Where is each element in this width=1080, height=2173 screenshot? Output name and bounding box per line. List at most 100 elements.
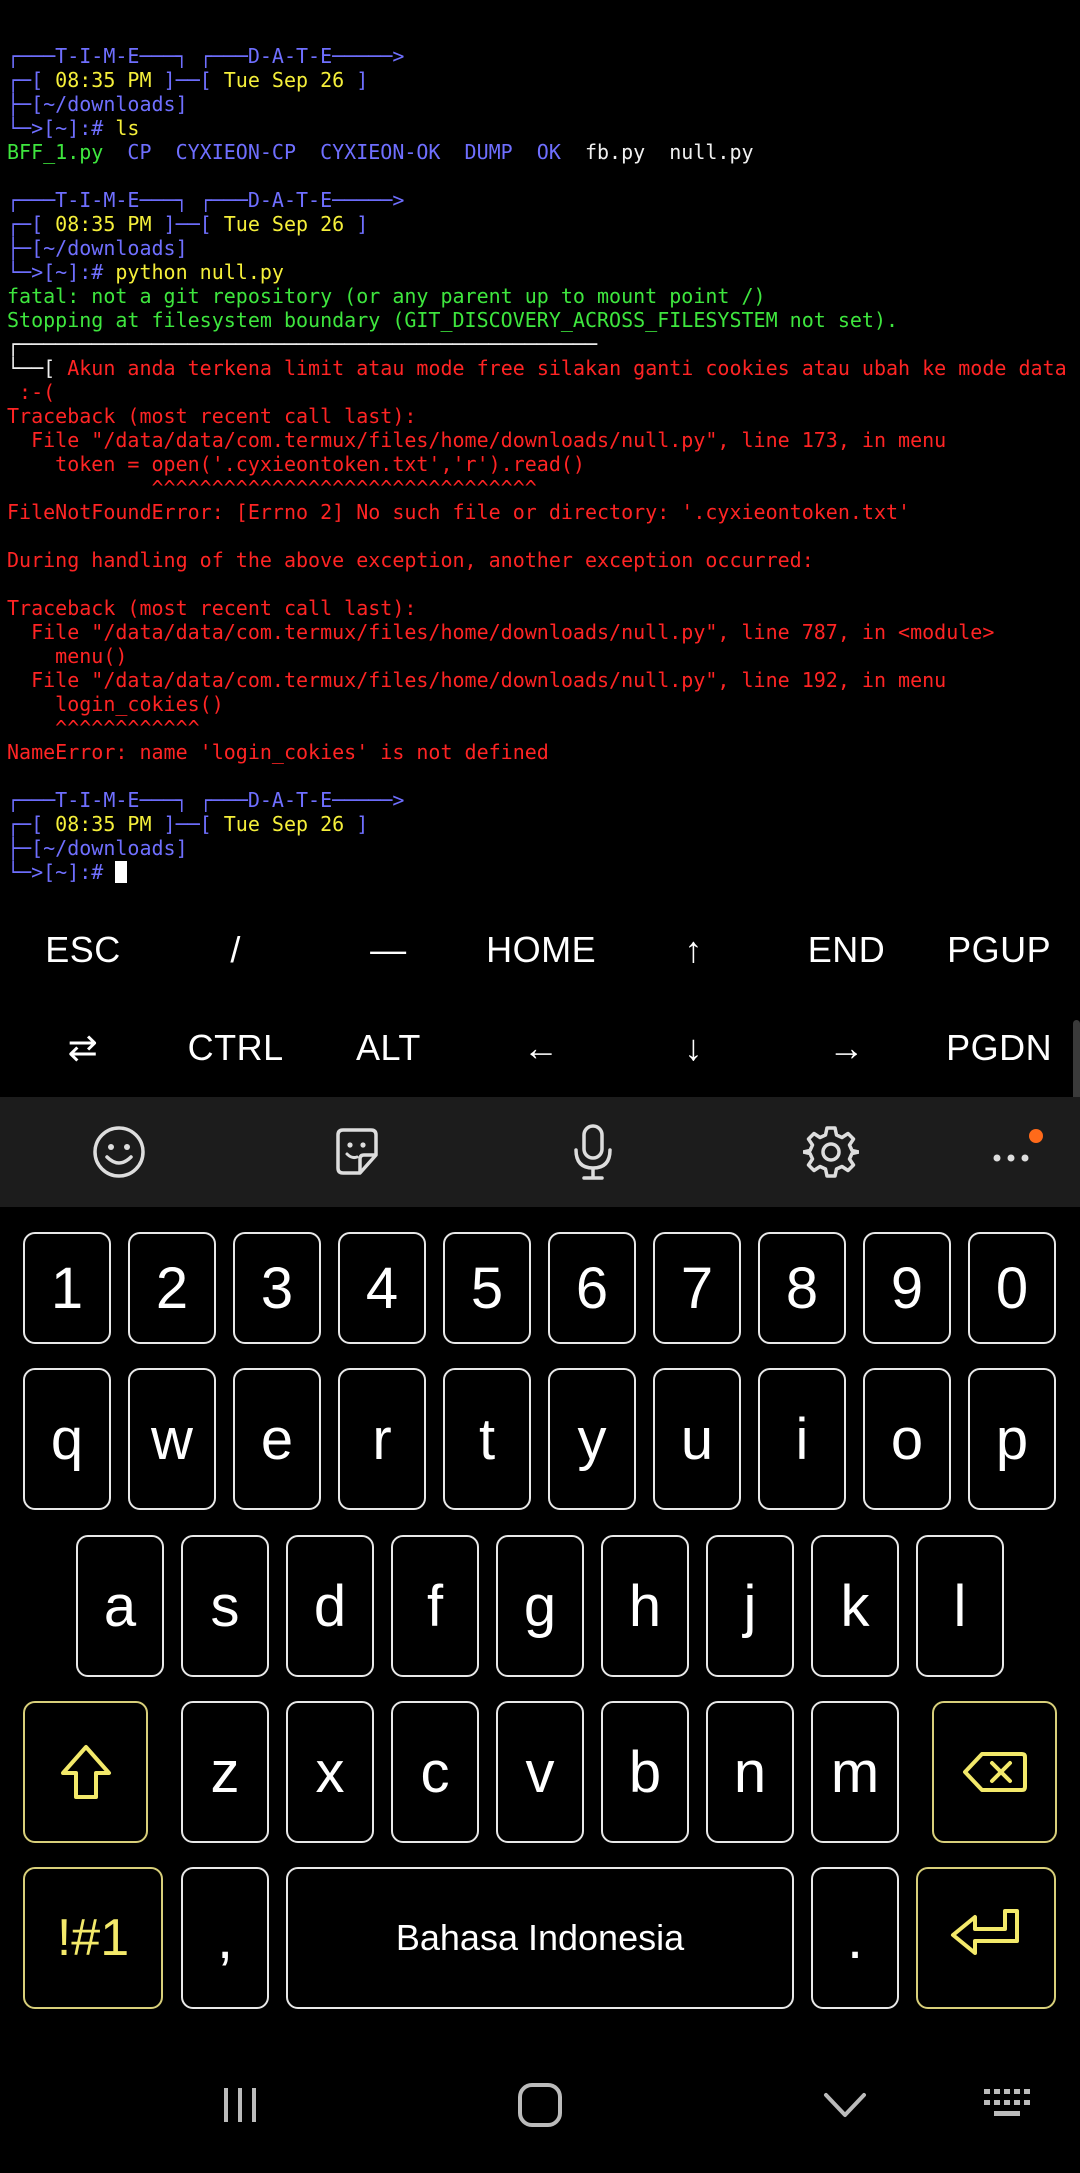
terminal-text: FileNotFoundError: [Errno 2] No such fil… [7, 500, 911, 524]
terminal-output[interactable]: ┌───T-I-M-E───┐ ┌───D-A-T-E─────> ┌─[ 08:… [0, 0, 1080, 890]
symbols-key[interactable]: !#1 [23, 1867, 163, 2009]
home-button[interactable] [495, 2060, 585, 2150]
comma-key[interactable]: , [181, 1867, 269, 2009]
terminal-text: ] [344, 812, 369, 836]
key-s[interactable]: s [181, 1535, 269, 1677]
key-q[interactable]: q [23, 1368, 111, 1510]
emoji-icon[interactable] [86, 1119, 152, 1185]
key-x[interactable]: x [286, 1701, 374, 1843]
period-key[interactable]: . [811, 1867, 899, 2009]
terminal-text: ┌─[ [7, 212, 56, 236]
key-4[interactable]: 4 [338, 1232, 426, 1344]
key-5[interactable]: 5 [443, 1232, 531, 1344]
key-p[interactable]: p [968, 1368, 1056, 1510]
key-y[interactable]: y [548, 1368, 636, 1510]
backspace-key[interactable] [932, 1701, 1057, 1843]
key-a[interactable]: a [76, 1535, 164, 1677]
key-7[interactable]: 7 [653, 1232, 741, 1344]
extra-key-key0[interactable]: ⇄ [7, 1000, 159, 1096]
recent-apps-button[interactable] [195, 2060, 285, 2150]
key-z[interactable]: z [181, 1701, 269, 1843]
extra-key-esc[interactable]: ESC [7, 902, 159, 998]
extra-key-end[interactable]: END [771, 902, 923, 998]
key-2[interactable]: 2 [128, 1232, 216, 1344]
terminal-text: ] [344, 68, 369, 92]
shift-key[interactable] [23, 1701, 148, 1843]
terminal-text: Traceback (most recent call last): [7, 404, 417, 428]
keyboard-switch-icon[interactable] [965, 2060, 1055, 2150]
key-o[interactable]: o [863, 1368, 951, 1510]
extra-key-key4[interactable]: ↓ [618, 1000, 770, 1096]
terminal-text: 08:35 PM [55, 812, 152, 836]
terminal-line: BFF_1.py CP CYXIEON-CP CYXIEON-OK DUMP O… [7, 140, 754, 164]
hide-keyboard-button[interactable] [800, 2060, 890, 2150]
terminal-text: fb.py null.py [584, 140, 754, 164]
more-icon[interactable] [982, 1119, 1048, 1185]
terminal-text: ├─[~/downloads] [7, 236, 188, 260]
terminal-text: ┌───T-I-M-E───┐ ┌───D-A-T-E─────> [7, 44, 405, 68]
key-0[interactable]: 0 [968, 1232, 1056, 1344]
terminal-text: During handling of the above exception, … [7, 548, 814, 572]
terminal-line: ┌───T-I-M-E───┐ ┌───D-A-T-E─────> [7, 188, 404, 212]
key-d[interactable]: d [286, 1535, 374, 1677]
key-c[interactable]: c [391, 1701, 479, 1843]
key-w[interactable]: w [128, 1368, 216, 1510]
key-m[interactable]: m [811, 1701, 899, 1843]
extra-key-key4[interactable]: ↑ [618, 902, 770, 998]
extra-key-key5[interactable]: → [771, 1000, 923, 1096]
key-t[interactable]: t [443, 1368, 531, 1510]
terminal-text: └──[ [7, 356, 68, 380]
settings-icon[interactable] [798, 1119, 864, 1185]
terminal-text: python null.py [115, 260, 284, 284]
key-r[interactable]: r [338, 1368, 426, 1510]
extra-keys-bar: ESC / — HOME ↑ END PGUP ⇄ CTRL ALT ← ↓ → PGDN [0, 900, 1080, 1095]
extra-key-alt[interactable]: ALT [312, 1000, 464, 1096]
terminal-text: ├─[~/downloads] [7, 92, 188, 116]
enter-icon [951, 1909, 1019, 1955]
key-f[interactable]: f [391, 1535, 479, 1677]
key-i[interactable]: i [758, 1368, 846, 1510]
extra-key-home[interactable]: HOME [465, 902, 617, 998]
extra-key-key1[interactable]: / [160, 902, 312, 998]
key-l[interactable]: l [916, 1535, 1004, 1677]
extra-key-pgup[interactable]: PGUP [923, 902, 1075, 998]
key-1[interactable]: 1 [23, 1232, 111, 1344]
terminal-line: ^^^^^^^^^^^^^^^^^^^^^^^^^^^^^^^^ [7, 476, 536, 500]
navigation-bar [0, 2040, 1080, 2173]
microphone-icon[interactable] [560, 1119, 626, 1185]
extra-key-key3[interactable]: ← [465, 1000, 617, 1096]
terminal-line: Traceback (most recent call last): [7, 404, 416, 428]
terminal-line: ┌─[ 08:35 PM ]──[ Tue Sep 26 ] [7, 212, 368, 236]
terminal-line: └─>[~]:# [7, 860, 128, 884]
key-6[interactable]: 6 [548, 1232, 636, 1344]
extra-key-pgdn[interactable]: PGDN [923, 1000, 1075, 1096]
terminal-text: CP CYXIEON-CP CYXIEON-OK DUMP OK [103, 140, 585, 164]
key-n[interactable]: n [706, 1701, 794, 1843]
terminal-text: └─>[~]:# [7, 260, 116, 284]
terminal-text: ]──[ [151, 212, 224, 236]
key-j[interactable]: j [706, 1535, 794, 1677]
space-key[interactable]: Bahasa Indonesia [286, 1867, 794, 2009]
key-b[interactable]: b [601, 1701, 689, 1843]
key-3[interactable]: 3 [233, 1232, 321, 1344]
shift-icon [60, 1745, 111, 1799]
terminal-line: login_cokies() [7, 692, 224, 716]
key-8[interactable]: 8 [758, 1232, 846, 1344]
terminal-line: File "/data/data/com.termux/files/home/d… [7, 428, 946, 452]
enter-key[interactable] [916, 1867, 1056, 2009]
key-h[interactable]: h [601, 1535, 689, 1677]
sticker-icon[interactable] [324, 1119, 390, 1185]
extra-key-key2[interactable]: — [312, 902, 464, 998]
extra-key-ctrl[interactable]: CTRL [160, 1000, 312, 1096]
key-u[interactable]: u [653, 1368, 741, 1510]
key-e[interactable]: e [233, 1368, 321, 1510]
terminal-text: ├─[~/downloads] [7, 836, 188, 860]
terminal-text: Tue Sep 26 [223, 812, 345, 836]
key-9[interactable]: 9 [863, 1232, 951, 1344]
key-v[interactable]: v [496, 1701, 584, 1843]
terminal-line: token = open('.cyxieontoken.txt','r').re… [7, 452, 585, 476]
terminal-text: ┌───T-I-M-E───┐ ┌───D-A-T-E─────> [7, 788, 405, 812]
key-k[interactable]: k [811, 1535, 899, 1677]
key-g[interactable]: g [496, 1535, 584, 1677]
terminal-line: ┌───────────────────────────────────────… [7, 332, 597, 356]
